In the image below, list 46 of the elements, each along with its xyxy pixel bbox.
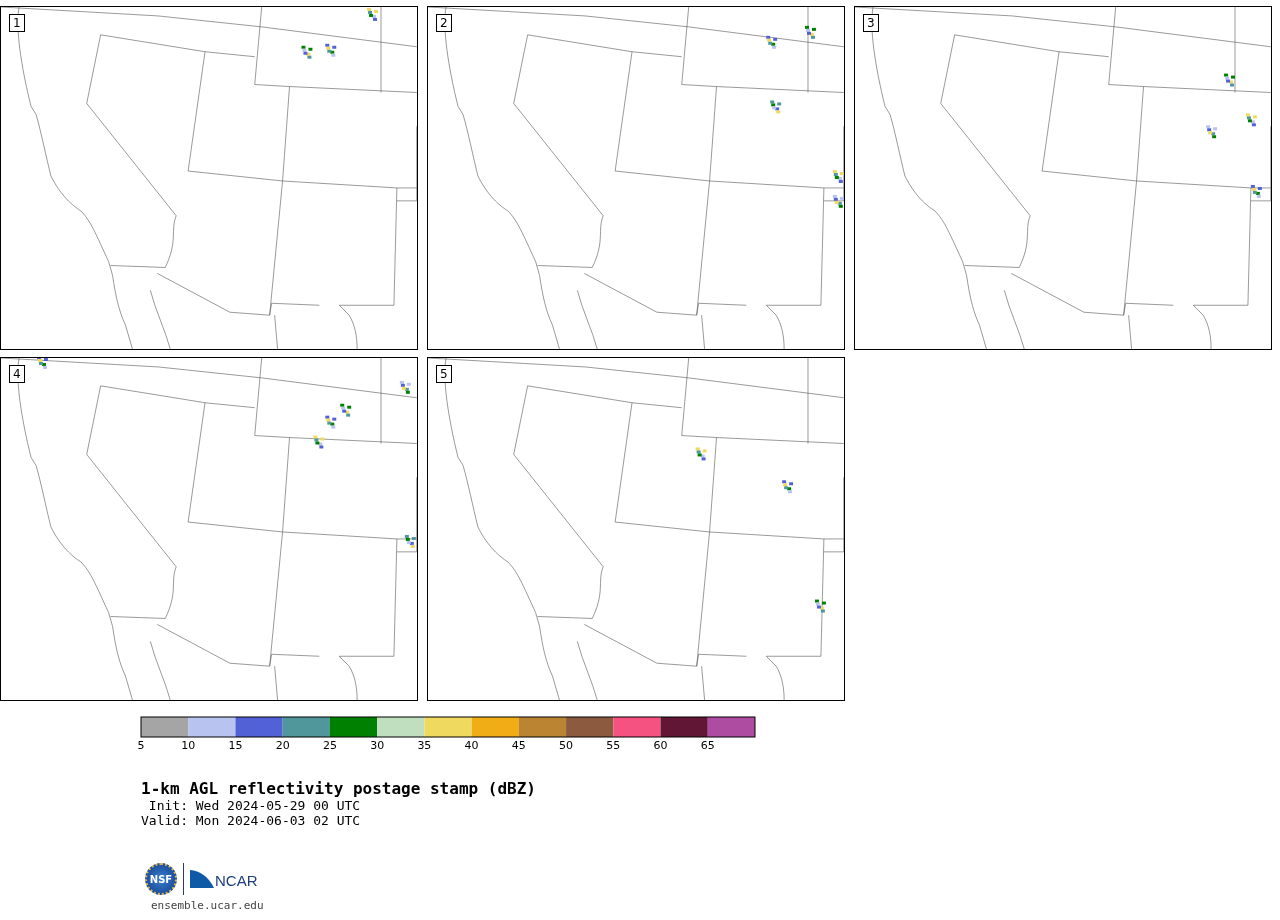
tick-label: 10 — [181, 739, 196, 752]
ncar-wedge-icon — [190, 870, 214, 888]
tick-label: 45 — [511, 739, 526, 752]
tick-label: 20 — [275, 739, 290, 752]
tick-label: 30 — [370, 739, 385, 752]
storm-cell-drawing — [770, 100, 782, 114]
storm-cell-drawing — [399, 380, 411, 394]
valid-time: Valid: Mon 2024-06-03 02 UTC — [141, 813, 362, 828]
panel-number: 5 — [436, 365, 452, 383]
tick-label: 50 — [559, 739, 574, 752]
tick-label: 25 — [322, 739, 337, 752]
storm-cell-drawing — [1224, 73, 1235, 87]
tick-label: 15 — [228, 739, 243, 752]
tick-label: 60 — [653, 739, 668, 752]
storm-cell-drawing — [814, 599, 826, 613]
tick-label: 5 — [137, 739, 145, 752]
storm-cell-drawing — [766, 35, 778, 49]
storm-cell-drawing — [832, 170, 844, 183]
tick-label: 40 — [464, 739, 479, 752]
init-time: Init: Wed 2024-05-29 00 UTC — [147, 798, 362, 813]
storm-cell-drawing — [313, 435, 325, 449]
storm-cell-drawing — [782, 480, 794, 494]
storm-cell-drawing — [404, 534, 416, 548]
chart-title: 1-km AGL reflectivity postage stamp (dBZ) — [141, 780, 537, 798]
tick-label: 35 — [417, 739, 432, 752]
storm-cell-drawing — [340, 403, 352, 417]
panel-number: 3 — [863, 14, 879, 32]
storm-cell-drawing — [325, 415, 337, 429]
panel-number: 4 — [9, 365, 25, 383]
storm-cell-drawing — [695, 447, 707, 461]
tick-label: 65 — [700, 739, 715, 752]
storm-cell-drawing — [367, 8, 378, 21]
storm-cell-drawing — [1206, 125, 1218, 139]
tick-label: 55 — [606, 739, 621, 752]
panel-number: 2 — [436, 14, 452, 32]
storm-cell-drawing — [1245, 113, 1257, 127]
nsf-logo: NSF — [145, 863, 177, 895]
website-url: ensemble.ucar.edu — [151, 899, 265, 912]
storm-cell-drawing — [325, 43, 337, 57]
panel-number: 1 — [9, 14, 25, 32]
storm-cell-drawing — [805, 25, 816, 39]
storm-cell-drawing — [37, 358, 48, 369]
ncar-logo-text: NCAR — [215, 873, 258, 888]
storm-cell-drawing — [301, 45, 313, 59]
storm-cell-drawing — [1250, 184, 1262, 198]
storm-cell-drawing — [832, 194, 844, 208]
